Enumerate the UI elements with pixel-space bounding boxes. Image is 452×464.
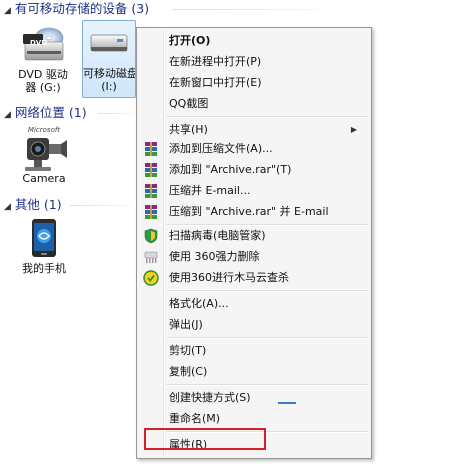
camera-item[interactable]: Microsoft Camera xyxy=(16,126,72,190)
menu-item-open[interactable]: 打开(O) xyxy=(169,31,367,50)
menu-item-add-to-archive-rar[interactable]: 添加到 "Archive.rar"(T) xyxy=(169,160,367,179)
menu-item-compress-email[interactable]: 压缩并 E-mail... xyxy=(169,181,367,200)
dvd-drive-label-2: 器 (G:) xyxy=(25,81,61,94)
shredder-icon xyxy=(144,251,158,263)
removable-disk-label: 可移动磁盘 xyxy=(83,67,136,80)
menu-item-force-delete-360[interactable]: 使用 360强力删除 xyxy=(169,247,367,266)
menu-separator xyxy=(166,337,368,339)
menu-item-scan-virus[interactable]: 扫描病毒(电脑管家) xyxy=(169,226,367,245)
360-security-icon xyxy=(143,270,159,286)
section-title-removable: 有可移动存储的设备 (3) xyxy=(14,1,150,16)
section-divider xyxy=(172,9,332,10)
winrar-icon xyxy=(145,163,157,177)
menu-item-add-to-archive[interactable]: 添加到压缩文件(A)... xyxy=(169,139,367,158)
dvd-badge-label: DVD xyxy=(30,39,48,47)
menu-item-open-new-process[interactable]: 在新进程中打开(P) xyxy=(169,52,367,71)
section-header-other[interactable]: ◢ 其他 (1) xyxy=(0,196,62,214)
section-header-removable[interactable]: ◢ 有可移动存储的设备 (3) xyxy=(0,0,149,18)
phone-icon xyxy=(32,219,56,257)
menu-item-trojan-scan-360[interactable]: 使用360进行木马云查杀 xyxy=(169,268,367,287)
collapse-arrow-icon[interactable]: ◢ xyxy=(4,110,11,120)
menu-separator xyxy=(166,384,368,386)
menu-item-format[interactable]: 格式化(A)... xyxy=(169,294,367,313)
removable-disk-icon xyxy=(90,34,128,52)
menu-item-rename[interactable]: 重命名(M) xyxy=(169,409,367,428)
section-header-network[interactable]: ◢ 网络位置 (1) xyxy=(0,104,87,122)
properties-highlight-box xyxy=(144,428,266,450)
menu-item-compress-rar-email[interactable]: 压缩到 "Archive.rar" 并 E-mail xyxy=(169,202,367,221)
my-phone-item[interactable]: 我的手机 xyxy=(16,218,72,280)
collapse-arrow-icon[interactable]: ◢ xyxy=(4,202,11,212)
my-phone-label: 我的手机 xyxy=(22,262,66,275)
collapse-arrow-icon[interactable]: ◢ xyxy=(4,6,11,16)
menu-item-open-new-window[interactable]: 在新窗口中打开(E) xyxy=(169,73,367,92)
winrar-icon xyxy=(145,205,157,219)
menu-gutter xyxy=(163,30,165,456)
menu-item-copy[interactable]: 复制(C) xyxy=(169,362,367,381)
menu-item-eject[interactable]: 弹出(J) xyxy=(169,315,367,334)
menu-item-create-shortcut[interactable]: 创建快捷方式(S) xyxy=(169,388,367,407)
menu-item-qq-screenshot[interactable]: QQ截图 xyxy=(169,94,367,113)
dvd-drive-label: DVD 驱动 xyxy=(18,68,68,81)
section-title-network: 网络位置 (1) xyxy=(14,105,87,120)
menu-item-share-label: 共享(H) xyxy=(169,123,208,136)
section-divider xyxy=(98,113,136,114)
removable-disk-label-2: (I:) xyxy=(101,80,117,93)
shield-icon xyxy=(144,228,158,244)
winrar-icon xyxy=(145,184,157,198)
blue-dash-mark xyxy=(278,402,296,404)
removable-disk-item[interactable]: 可移动磁盘 (I:) xyxy=(82,20,136,98)
submenu-arrow-icon: ▶ xyxy=(350,125,357,134)
menu-item-share[interactable]: 共享(H) ▶ xyxy=(169,120,367,139)
webcam-icon xyxy=(25,138,67,171)
camera-brand-label: Microsoft xyxy=(27,126,61,134)
context-menu: 打开(O) 在新进程中打开(P) 在新窗口中打开(E) QQ截图 共享(H) ▶… xyxy=(136,27,372,459)
menu-separator xyxy=(166,290,368,292)
menu-separator xyxy=(166,116,368,118)
dvd-drive-item[interactable]: DVD DVD 驱动 器 (G:) xyxy=(12,24,74,96)
section-divider xyxy=(70,205,136,206)
menu-item-cut[interactable]: 剪切(T) xyxy=(169,341,367,360)
camera-label: Camera xyxy=(22,172,66,185)
winrar-icon xyxy=(145,142,157,156)
section-title-other: 其他 (1) xyxy=(14,197,62,212)
